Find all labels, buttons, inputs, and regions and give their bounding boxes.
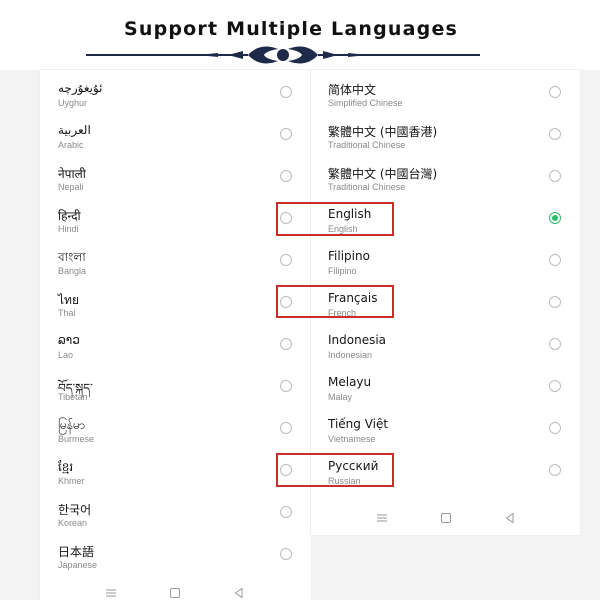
navigation-bar-left [104,586,244,600]
language-english-name: Hindi [58,224,79,234]
language-native-name: 日本語 [58,545,95,559]
language-english-name: Arabic [58,140,84,150]
language-english-name: Uyghur [58,98,88,108]
language-native-name: Melayu [328,375,372,389]
radio-button-icon[interactable] [549,86,561,98]
radio-button-icon[interactable] [549,422,561,434]
ornament-divider-icon [86,46,480,64]
language-native-name: ئۇيغۇرچە [58,81,103,95]
highlight-russian [276,453,394,487]
language-english-name: Malay [328,392,353,402]
language-english-name: Nepali [58,182,84,192]
radio-button-icon[interactable] [280,380,292,392]
language-native-name: Filipino [328,249,370,263]
language-option[interactable]: བོད་སྐད་ Tibetan [40,375,311,417]
language-option[interactable]: မြန်မာ Burmese [40,417,311,459]
language-option[interactable]: Melayu Malay [311,375,580,417]
radio-button-icon[interactable] [549,170,561,182]
language-list-panel-left: ئۇيغۇرچە Uyghur العربية Arabic नेपाली Nepali ह… [40,70,311,600]
radio-button-icon[interactable] [549,128,561,140]
banner: Support Multiple Languages [0,0,600,72]
navigation-bar-right [375,511,515,527]
language-english-name: Thai [58,308,76,318]
highlight-french [276,285,394,318]
language-native-name: العربية [58,123,91,137]
language-english-name: Tibetan [58,392,88,402]
radio-button-icon[interactable] [280,548,292,560]
language-native-name: ខ្មែរ [58,460,74,474]
language-english-name: Simplified Chinese [328,98,403,108]
radio-button-icon[interactable] [549,380,561,392]
language-option[interactable]: 繁體中文 (中國香港) Traditional Chinese [311,123,580,165]
radio-button-icon[interactable] [280,128,292,140]
radio-button-icon[interactable] [549,254,561,266]
language-english-name: Burmese [58,434,95,444]
radio-button-icon[interactable] [280,338,292,350]
language-option[interactable]: 繁體中文 (中國台灣) Traditional Chinese [311,165,580,207]
home-square-icon[interactable] [439,511,453,525]
language-option[interactable]: 한국어 Korean [40,501,311,543]
menu-icon[interactable] [104,586,118,600]
language-option[interactable]: नेपाली Nepali [40,165,311,207]
language-option[interactable]: ລາວ Lao [40,333,311,375]
radio-button-icon[interactable] [549,464,561,476]
language-native-name: Indonesia [328,333,387,347]
language-english-name: Traditional Chinese [328,140,406,150]
language-english-name: Lao [58,350,74,360]
language-english-name: Japanese [58,560,98,570]
language-native-name: Tiếng Việt [328,417,389,431]
language-option[interactable]: ไทย Thai [40,291,311,333]
home-square-icon[interactable] [168,586,182,600]
radio-button-icon[interactable] [280,170,292,182]
radio-button-icon[interactable] [549,338,561,350]
language-native-name: 繁體中文 (中國香港) [328,125,438,139]
language-native-name: 한국어 [58,503,92,517]
language-option[interactable]: العربية Arabic [40,123,311,165]
radio-button-icon[interactable] [549,296,561,308]
language-english-name: Bangla [58,266,87,276]
language-option[interactable]: Indonesia Indonesian [311,333,580,375]
language-option[interactable]: हिन्दी Hindi [40,207,311,249]
language-option[interactable]: 日本語 Japanese [40,543,311,585]
language-option[interactable]: 简体中文 Simplified Chinese [311,81,580,123]
highlight-english [276,202,394,236]
back-triangle-icon[interactable] [503,511,517,525]
language-native-name: नेपाली [58,167,86,181]
banner-title: Support Multiple Languages [123,18,459,40]
language-native-name: हिन्दी [58,209,81,223]
language-native-name: ລາວ [58,333,80,347]
radio-button-icon[interactable] [280,86,292,98]
radio-button-icon[interactable] [280,422,292,434]
language-option[interactable]: ئۇيغۇرچە Uyghur [40,81,311,123]
language-native-name: မြန်မာ [58,418,85,432]
language-english-name: Vietnamese [328,434,376,444]
radio-button-icon[interactable] [280,506,292,518]
language-english-name: Traditional Chinese [328,182,406,192]
language-option[interactable]: ខ្មែរ Khmer [40,459,311,501]
radio-button-icon[interactable] [280,254,292,266]
language-native-name: 简体中文 [328,83,377,97]
language-english-name: Filipino [328,266,357,276]
language-english-name: Korean [58,518,88,528]
radio-button-icon[interactable] [549,212,561,224]
language-english-name: Indonesian [328,350,373,360]
back-triangle-icon[interactable] [232,586,246,600]
language-english-name: Khmer [58,476,85,486]
language-option[interactable]: বাংলা Bangla [40,249,311,291]
menu-icon[interactable] [375,511,389,525]
language-native-name: 繁體中文 (中國台灣) [328,167,438,181]
